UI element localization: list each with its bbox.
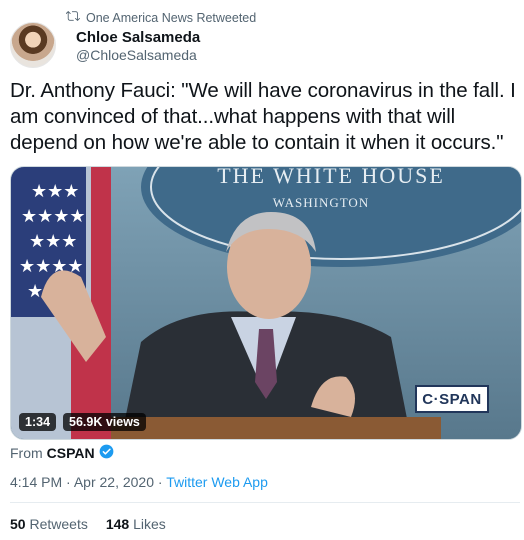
svg-text:★★★★: ★★★★ — [21, 206, 86, 227]
svg-text:★★★: ★★★ — [29, 231, 77, 252]
source-name[interactable]: CSPAN — [47, 445, 95, 461]
likes-count: 148 — [105, 516, 130, 532]
tweet-text: Dr. Anthony Fauci: "We will have coronav… — [10, 79, 516, 154]
likes-label: Likes — [133, 516, 166, 532]
retweet-label: One America News Retweeted — [86, 10, 257, 25]
source-prefix: From — [10, 445, 43, 461]
author-handle[interactable]: @ChloeSalsameda — [76, 47, 197, 63]
cspan-logo: C·SPAN — [415, 385, 489, 413]
podium — [111, 417, 441, 439]
video-source: From CSPAN — [10, 444, 114, 462]
author-name[interactable]: Chloe Salsameda — [76, 29, 200, 46]
tweet-time[interactable]: 4:14 PM — [10, 474, 62, 490]
avatar[interactable] — [10, 22, 56, 68]
video-player[interactable]: THE WHITE HOUSE WASHINGTON ★★★ ★★★★ ★★★ ★★… — [10, 166, 522, 440]
svg-text:★★★: ★★★ — [31, 181, 79, 202]
backdrop-subtitle: WASHINGTON — [273, 195, 369, 210]
retweets-stat[interactable]: 50 Retweets — [10, 516, 88, 532]
video-duration: 1:34 — [19, 413, 57, 431]
retweets-count: 50 — [10, 516, 26, 532]
separator: · — [157, 474, 163, 490]
tweet-metadata: 4:14 PM · Apr 22, 2020 · Twitter Web App — [10, 474, 268, 490]
engagement-stats: 50 Retweets 148 Likes — [10, 516, 166, 532]
backdrop-title: THE WHITE HOUSE — [217, 167, 445, 188]
source-app-link[interactable]: Twitter Web App — [166, 474, 268, 490]
likes-stat[interactable]: 148 Likes — [106, 516, 166, 532]
retweets-label: Retweets — [29, 516, 88, 532]
retweet-icon — [65, 9, 80, 26]
retweet-indicator[interactable]: One America News Retweeted — [65, 9, 257, 26]
divider — [10, 502, 520, 503]
verified-icon — [99, 444, 114, 462]
separator: · — [66, 474, 71, 490]
video-views: 56.9K views — [63, 413, 146, 431]
tweet-date[interactable]: Apr 22, 2020 — [74, 474, 154, 490]
